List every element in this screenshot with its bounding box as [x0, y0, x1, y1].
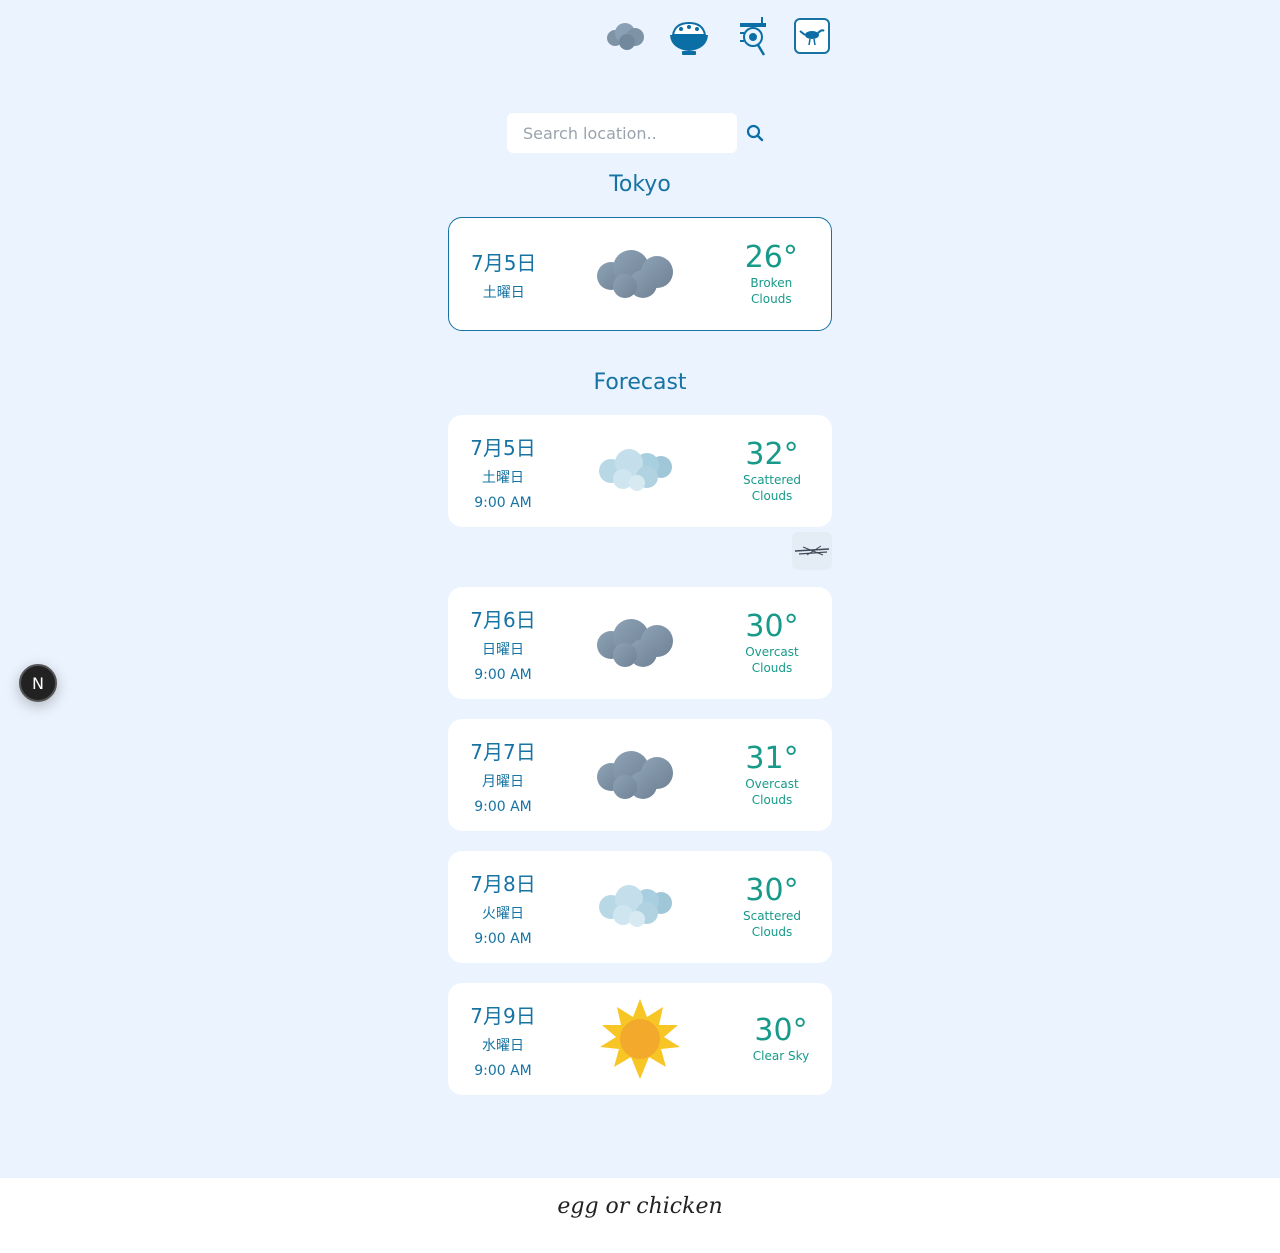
clear-sky-icon: [558, 999, 712, 1079]
scattered-clouds-icon: [558, 445, 712, 497]
dev-tools-badge[interactable]: N: [19, 664, 57, 702]
forecast-card: 7月9日 水曜日 9:00 AM 30° Clear Sky: [448, 983, 832, 1095]
top-icon-bar: [600, 14, 844, 58]
city-name: Tokyo: [609, 172, 671, 197]
forecast-desc-line2: Clouds: [751, 661, 793, 675]
forecast-desc-line1: Clear Sky: [752, 1049, 810, 1063]
camera-tool-icon[interactable]: [728, 14, 778, 58]
current-desc-line2: Clouds: [751, 292, 792, 306]
bird-icon[interactable]: [794, 18, 830, 54]
forecast-date: 7月6日: [470, 607, 536, 632]
forecast-weekday: 水曜日: [482, 1037, 524, 1054]
current-weekday: 土曜日: [482, 284, 525, 301]
rice-bowl-icon[interactable]: [664, 14, 714, 58]
forecast-time: 9:00 AM: [474, 798, 532, 815]
forecast-time: 9:00 AM: [474, 666, 532, 683]
forecast-desc-line2: Clouds: [751, 489, 793, 503]
forecast-date-col: 7月8日 火曜日 9:00 AM: [448, 868, 558, 947]
forecast-time: 9:00 AM: [474, 494, 532, 511]
forecast-desc-line1: Overcast: [745, 645, 799, 659]
forecast-date: 7月9日: [470, 1003, 536, 1028]
forecast-date: 7月8日: [470, 871, 536, 896]
current-desc-line1: Broken: [750, 276, 793, 290]
forecast-temp: 30°: [754, 1013, 808, 1048]
search-bar: [507, 113, 773, 153]
forecast-weekday: 日曜日: [482, 641, 524, 658]
footer-brand: egg or chicken: [557, 1194, 723, 1219]
current-temp-col: 26° Broken Clouds: [712, 241, 831, 307]
forecast-desc-line1: Scattered: [742, 909, 802, 923]
current-weather-card: 7月5日 土曜日 26° Broken Clouds: [448, 217, 832, 331]
overcast-clouds-icon: [558, 747, 712, 803]
wind-streaks-icon[interactable]: [792, 532, 832, 570]
forecast-card: 7月5日 土曜日 9:00 AM 32° Scattered Clouds: [448, 415, 832, 527]
search-button[interactable]: [737, 113, 773, 153]
search-input[interactable]: [507, 113, 737, 153]
search-icon: [746, 124, 764, 142]
current-date-col: 7月5日 土曜日: [449, 247, 558, 302]
forecast-time: 9:00 AM: [474, 930, 532, 947]
forecast-desc-line2: Clouds: [751, 793, 793, 807]
forecast-date-col: 7月5日 土曜日 9:00 AM: [448, 432, 558, 511]
current-temp: 26°: [744, 240, 798, 275]
forecast-card: 7月8日 火曜日 9:00 AM 30° Scattered Clouds: [448, 851, 832, 963]
overcast-clouds-icon: [558, 615, 712, 671]
forecast-temp: 32°: [745, 437, 799, 472]
scattered-clouds-icon: [558, 881, 712, 933]
forecast-desc-line2: Clouds: [751, 925, 793, 939]
forecast-weekday: 月曜日: [482, 773, 524, 790]
forecast-temp: 31°: [745, 741, 799, 776]
forecast-desc-line1: Scattered: [742, 473, 802, 487]
forecast-date: 7月7日: [470, 739, 536, 764]
forecast-temp-col: 30° Scattered Clouds: [712, 874, 832, 940]
forecast-card: 7月7日 月曜日 9:00 AM 31° Overcast Clouds: [448, 719, 832, 831]
forecast-temp-col: 30° Clear Sky: [712, 1014, 832, 1064]
forecast-title: Forecast: [593, 370, 687, 395]
forecast-card: 7月6日 日曜日 9:00 AM 30° Overcast Clouds: [448, 587, 832, 699]
forecast-weekday: 火曜日: [482, 905, 524, 922]
forecast-date-col: 7月9日 水曜日 9:00 AM: [448, 1000, 558, 1079]
forecast-date-col: 7月7日 月曜日 9:00 AM: [448, 736, 558, 815]
forecast-temp: 30°: [745, 609, 799, 644]
forecast-temp-col: 32° Scattered Clouds: [712, 438, 832, 504]
footer: egg or chicken: [0, 1178, 1280, 1253]
forecast-desc-line1: Overcast: [745, 777, 799, 791]
broken-clouds-icon: [558, 246, 711, 302]
forecast-temp-col: 31° Overcast Clouds: [712, 742, 832, 808]
forecast-date-col: 7月6日 日曜日 9:00 AM: [448, 604, 558, 683]
current-date: 7月5日: [470, 250, 537, 275]
forecast-time: 9:00 AM: [474, 1062, 532, 1079]
cloud-app-icon[interactable]: [600, 14, 650, 58]
forecast-temp-col: 30° Overcast Clouds: [712, 610, 832, 676]
forecast-weekday: 土曜日: [482, 469, 524, 486]
forecast-temp: 30°: [745, 873, 799, 908]
forecast-date: 7月5日: [470, 435, 536, 460]
